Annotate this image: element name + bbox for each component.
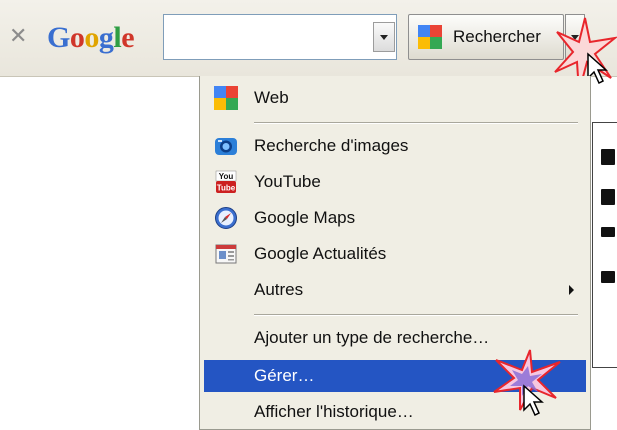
menu-item-label: Web: [254, 88, 289, 107]
logo-letter: o: [69, 21, 85, 54]
menu-item-web[interactable]: Web: [204, 82, 586, 114]
callout-text-fragment: [601, 189, 615, 205]
menu-item-label: Ajouter un type de recherche…: [254, 328, 490, 347]
logo-letter: o: [84, 21, 99, 54]
logo-letter: G: [47, 21, 70, 54]
submenu-arrow-icon: [569, 285, 574, 295]
svg-text:You: You: [219, 172, 234, 181]
logo-letter: l: [113, 21, 122, 54]
callout-box: [592, 122, 617, 368]
mouse-cursor-icon: [523, 384, 544, 417]
menu-item-autres[interactable]: Autres: [204, 274, 586, 306]
camera-icon: [215, 138, 237, 155]
menu-item-label: Recherche d'images: [254, 136, 409, 155]
compass-icon: [215, 207, 237, 229]
search-box: [163, 14, 397, 60]
search-input[interactable]: [164, 15, 368, 59]
google-logo: Google: [47, 21, 135, 55]
menu-item-maps[interactable]: Google Maps: [204, 202, 586, 234]
callout-text-fragment: [601, 149, 615, 165]
svg-text:Tube: Tube: [217, 184, 236, 193]
menu-separator: [254, 122, 578, 124]
menu-item-label: Autres: [254, 280, 304, 299]
callout-text-fragment: [601, 227, 615, 237]
google-web-icon: [418, 25, 442, 49]
google-web-icon: [214, 86, 238, 110]
menu-separator: [254, 314, 578, 316]
menu-item-label: YouTube: [254, 172, 321, 191]
menu-item-label: Google Actualités: [254, 244, 387, 263]
menu-item-label: Gérer…: [254, 366, 315, 385]
youtube-icon: You Tube: [215, 170, 237, 193]
search-toolbar: ✕ Google Rechercher: [0, 0, 617, 77]
search-button-label: Rechercher: [453, 27, 541, 46]
menu-item-label: Google Maps: [254, 208, 356, 227]
history-dropdown-button[interactable]: [373, 22, 395, 52]
logo-letter: g: [98, 21, 114, 54]
menu-item-label: Afficher l'historique…: [254, 402, 414, 421]
news-icon: [215, 244, 237, 264]
search-button[interactable]: Rechercher: [408, 14, 564, 60]
menu-item-images[interactable]: Recherche d'images: [204, 130, 586, 162]
menu-item-youtube[interactable]: You Tube YouTube: [204, 166, 586, 198]
menu-item-news[interactable]: Google Actualités: [204, 238, 586, 270]
logo-letter: e: [121, 21, 135, 54]
close-icon[interactable]: ✕: [9, 24, 27, 49]
callout-text-fragment: [601, 271, 615, 283]
